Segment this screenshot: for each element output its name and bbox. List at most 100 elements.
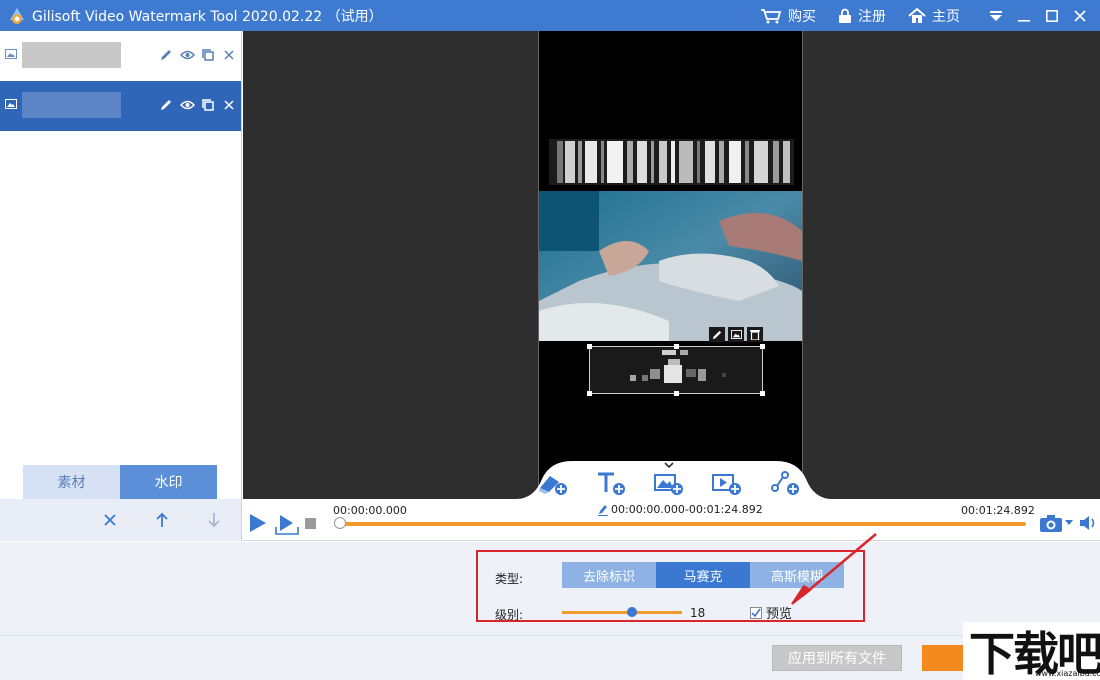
duplicate-watermark-button[interactable] <box>200 47 216 63</box>
timeline-playhead[interactable] <box>334 517 346 529</box>
eraser-add-icon <box>539 476 567 495</box>
site-watermark-logo: 下载吧 www.xiazaiba.com <box>963 622 1100 680</box>
shape-add-icon <box>771 471 799 495</box>
level-slider[interactable] <box>562 607 682 617</box>
add-eraser-button[interactable] <box>536 469 570 497</box>
site-logo-url: www.xiazaiba.com <box>1035 669 1100 678</box>
tab-material[interactable]: 素材 <box>23 465 120 499</box>
move-down-button[interactable] <box>207 512 221 528</box>
edit-watermark-button[interactable] <box>158 97 174 113</box>
video-add-icon <box>712 474 741 495</box>
eye-icon <box>179 100 195 110</box>
clip-range[interactable]: 00:00:00.000-00:01:24.892 <box>598 503 763 516</box>
checkbox-box <box>750 606 762 619</box>
home-icon <box>908 7 926 23</box>
level-value: 18 <box>690 606 706 620</box>
image-icon <box>5 99 17 109</box>
add-watermark-toolbar <box>516 459 832 499</box>
close-icon <box>224 100 234 110</box>
replace-image-button[interactable] <box>728 327 744 342</box>
barcode-graphic <box>549 139 794 185</box>
copy-icon <box>202 99 214 111</box>
text-add-icon <box>598 472 625 495</box>
tab-watermark[interactable]: 水印 <box>120 465 217 499</box>
video-frame <box>538 31 803 499</box>
delete-watermark-button[interactable] <box>221 97 237 113</box>
apply-to-all-button[interactable]: 应用到所有文件 <box>772 645 902 671</box>
total-duration: 00:01:24.892 <box>961 504 1035 517</box>
buy-button[interactable]: 购买 <box>760 6 816 26</box>
resize-handle[interactable] <box>674 391 679 396</box>
pencil-icon <box>161 50 171 60</box>
toggle-visibility-button[interactable] <box>179 47 195 63</box>
menu-dropdown-button[interactable] <box>982 0 1010 31</box>
play-icon <box>250 514 266 532</box>
video-preview-area <box>243 31 1100 499</box>
resize-handle[interactable] <box>674 344 679 349</box>
move-up-button[interactable] <box>155 512 169 528</box>
pencil-icon <box>712 330 722 339</box>
current-time: 00:00:00.000 <box>333 504 407 517</box>
register-button[interactable]: 注册 <box>838 6 886 26</box>
delete-selection-button[interactable] <box>747 327 763 342</box>
close-icon <box>224 50 234 60</box>
maximize-button[interactable] <box>1038 0 1066 31</box>
buy-label: 购买 <box>788 8 816 25</box>
level-label: 级别: <box>495 608 524 622</box>
close-window-button[interactable] <box>1066 0 1094 31</box>
image-icon <box>730 330 742 339</box>
remove-item-button[interactable] <box>103 513 117 527</box>
edit-selection-button[interactable] <box>709 327 725 342</box>
add-text-button[interactable] <box>594 469 628 497</box>
watermark-settings: 类型: 去除标识 马赛克 高斯模糊 级别: 18 预览 <box>0 542 1100 635</box>
minimize-button[interactable] <box>1010 0 1038 31</box>
selection-toolbar <box>709 327 763 342</box>
watermark-thumbnail <box>22 92 121 118</box>
clip-range-text: 00:00:00.000-00:01:24.892 <box>611 503 763 516</box>
toggle-visibility-button[interactable] <box>179 97 195 113</box>
volume-button[interactable] <box>1079 515 1097 535</box>
list-actions <box>0 499 241 541</box>
copy-icon <box>202 49 214 61</box>
resize-handle[interactable] <box>760 391 765 396</box>
cart-icon <box>761 8 782 23</box>
type-option-remove-logo[interactable]: 去除标识 <box>562 562 656 588</box>
app-logo-icon <box>10 7 24 24</box>
image-icon <box>5 49 17 59</box>
watermark-thumbnail <box>22 42 121 68</box>
play-segment-button[interactable] <box>275 513 299 539</box>
annotation-arrow <box>791 533 877 605</box>
level-slider-knob[interactable] <box>626 607 637 617</box>
duplicate-watermark-button[interactable] <box>200 97 216 113</box>
resize-handle[interactable] <box>587 391 592 396</box>
watermark-item-selected[interactable] <box>0 81 241 131</box>
check-icon <box>751 608 761 617</box>
add-image-button[interactable] <box>652 469 686 497</box>
video-scene-image <box>539 191 802 341</box>
home-button[interactable]: 主页 <box>908 6 960 26</box>
add-video-button[interactable] <box>710 469 744 497</box>
edit-watermark-button[interactable] <box>158 47 174 63</box>
window-title: Gilisoft Video Watermark Tool 2020.02.22… <box>32 8 383 25</box>
watermark-item[interactable] <box>0 31 241 81</box>
home-label: 主页 <box>932 8 960 25</box>
maximize-icon <box>1046 9 1058 22</box>
delete-watermark-button[interactable] <box>221 47 237 63</box>
resize-handle[interactable] <box>760 344 765 349</box>
snapshot-button[interactable] <box>1039 513 1073 533</box>
camera-icon <box>1040 515 1062 532</box>
timeline-track[interactable] <box>334 517 1026 529</box>
type-option-mosaic[interactable]: 马赛克 <box>656 562 750 588</box>
add-shape-button[interactable] <box>768 469 802 497</box>
arrow-up-icon <box>156 512 168 527</box>
speaker-icon <box>1080 516 1095 530</box>
mosaic-pattern <box>630 350 726 383</box>
play-button[interactable] <box>249 513 267 537</box>
stop-button[interactable] <box>305 518 316 529</box>
chevron-down-icon <box>990 10 1002 21</box>
resize-handle[interactable] <box>587 344 592 349</box>
mosaic-region[interactable] <box>587 344 765 396</box>
arrow-down-icon <box>208 513 220 528</box>
title-bar: Gilisoft Video Watermark Tool 2020.02.22… <box>0 0 1100 31</box>
footer-bar: 应用到所有文件 <box>0 635 1100 680</box>
